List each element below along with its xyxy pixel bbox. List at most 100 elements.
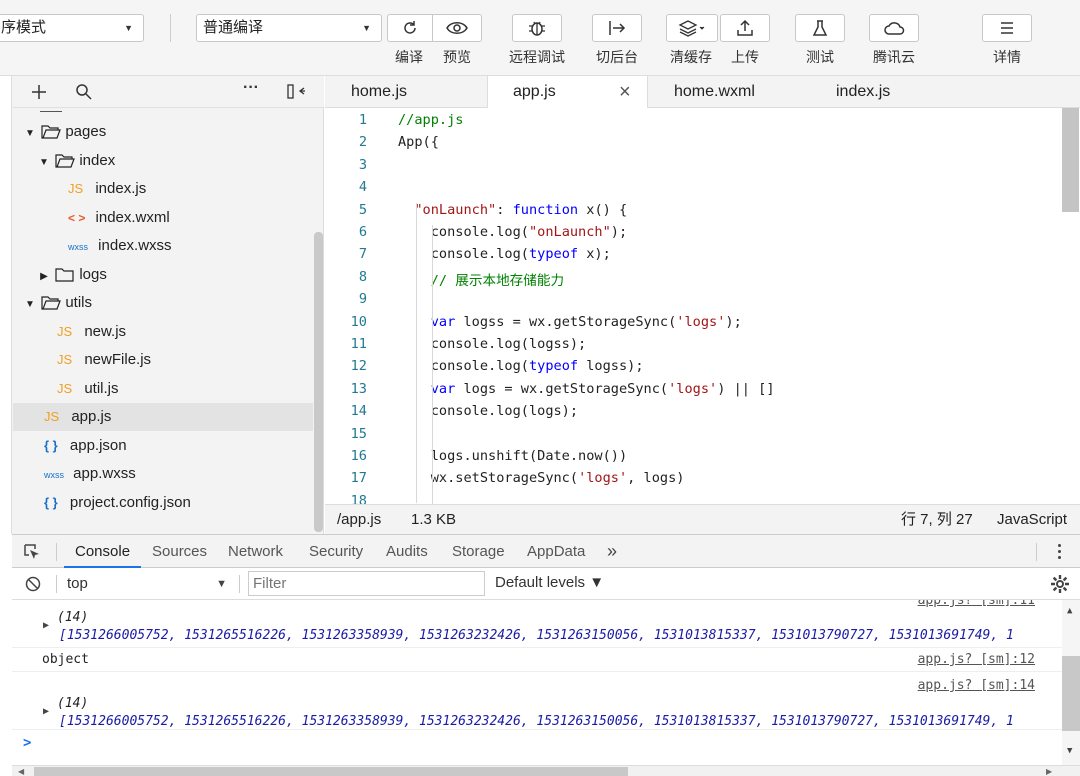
expand-arrow-icon[interactable]: ▶ xyxy=(43,620,49,631)
line-number: 4 xyxy=(358,179,367,196)
kebab-menu-icon[interactable] xyxy=(1058,544,1062,560)
tab-app-js[interactable]: app.js × xyxy=(487,76,648,109)
tree-item-index-wxml[interactable]: < > index.wxml xyxy=(13,204,313,232)
tab-sources[interactable]: Sources xyxy=(152,535,207,568)
tab-storage[interactable]: Storage xyxy=(452,535,505,568)
switch-background-button[interactable] xyxy=(592,14,642,42)
divider xyxy=(239,575,240,593)
scroll-up-icon[interactable]: ▲ xyxy=(1067,606,1072,616)
tencent-cloud-button[interactable] xyxy=(869,14,919,42)
tree-item-project-config[interactable]: { } project.config.json xyxy=(13,489,313,517)
message-source-link[interactable]: app.js? [sm]:11 xyxy=(918,600,1035,608)
code-line[interactable]: App({ xyxy=(398,134,439,150)
divider xyxy=(56,543,57,561)
mode-select[interactable]: 序模式 ▼ xyxy=(0,14,144,42)
tree-item-new-js[interactable]: JS new.js xyxy=(13,318,313,346)
tab-audits[interactable]: Audits xyxy=(386,535,428,568)
line-number: 5 xyxy=(358,201,367,218)
tab-network[interactable]: Network xyxy=(228,535,283,568)
code-line[interactable]: //app.js xyxy=(398,112,463,128)
code-line[interactable]: "onLaunch": function x() { xyxy=(398,202,627,218)
console-filter-input[interactable] xyxy=(248,571,485,596)
inspect-element-icon[interactable] xyxy=(23,543,41,561)
tree-item-app-json[interactable]: { } app.json xyxy=(13,432,313,460)
upload-button[interactable] xyxy=(720,14,770,42)
code-line[interactable]: console.log(typeof x); xyxy=(398,246,611,262)
console-prompt[interactable]: > xyxy=(23,735,31,751)
tree-item-index-wxss[interactable]: wxss index.wxss xyxy=(13,232,313,260)
code-line[interactable]: var logs = wx.getStorageSync('logs') || … xyxy=(398,381,775,397)
line-number: 8 xyxy=(358,268,367,285)
scroll-left-icon[interactable]: ◀ xyxy=(18,767,24,776)
tab-index-js[interactable]: index.js xyxy=(836,76,890,108)
code-line[interactable]: console.log(logs); xyxy=(398,403,578,419)
editor-scrollbar[interactable] xyxy=(1062,108,1079,212)
caret-down-icon: ▼ xyxy=(216,578,227,590)
tree-item-logs[interactable]: ▶ logs xyxy=(13,261,313,289)
context-select[interactable]: top ▼ xyxy=(67,574,233,594)
expand-arrow-icon[interactable]: ▶ xyxy=(43,706,49,717)
tab-security[interactable]: Security xyxy=(309,535,363,568)
horizontal-scrollbar[interactable]: ◀ ▶ xyxy=(12,765,1080,776)
tree-item-utils[interactable]: ▼ utils xyxy=(13,289,313,317)
console-output[interactable]: app.js? [sm]:11 ▶ (14) [1531266005752, 1… xyxy=(12,600,1080,765)
tree-item-pages[interactable]: ▼ pages xyxy=(13,118,313,146)
caret-down-icon: ▼ xyxy=(39,157,49,168)
clear-console-icon[interactable] xyxy=(25,576,41,592)
divider xyxy=(1036,543,1037,561)
tab-appdata[interactable]: AppData xyxy=(527,535,585,568)
js-file-icon: JS xyxy=(57,352,73,367)
switch-background-label: 切后台 xyxy=(596,49,638,65)
preview-button[interactable] xyxy=(432,14,482,42)
tree-item-index-js[interactable]: JS index.js xyxy=(13,175,313,203)
more-tabs-icon[interactable]: » xyxy=(607,535,617,568)
chevron-down-icon: ▼ xyxy=(362,23,371,33)
line-number: 11 xyxy=(350,336,367,352)
console-scrollbar-track[interactable]: ▲ ▼ xyxy=(1062,600,1080,765)
log-levels-select[interactable]: Default levels ▼ xyxy=(495,574,604,591)
remote-debug-button[interactable] xyxy=(512,14,562,42)
tree-item-app-js[interactable]: JS app.js xyxy=(13,403,313,431)
scroll-down-icon[interactable]: ▼ xyxy=(1067,746,1072,756)
clear-cache-button[interactable] xyxy=(666,14,718,42)
language-mode[interactable]: JavaScript xyxy=(997,505,1067,534)
tree-item-app-wxss[interactable]: wxss app.wxss xyxy=(13,460,313,488)
code-line[interactable]: console.log(typeof logss); xyxy=(398,358,644,374)
wxml-file-icon: < > xyxy=(68,211,86,225)
tab-home-wxml[interactable]: home.wxml xyxy=(674,76,755,108)
compile-button[interactable] xyxy=(387,14,433,42)
gear-icon[interactable] xyxy=(1050,574,1070,594)
code-line[interactable]: wx.setStorageSync('logs', logs) xyxy=(398,470,685,486)
tab-home-js[interactable]: home.js xyxy=(351,76,407,108)
message-source-link[interactable]: app.js? [sm]:14 xyxy=(918,678,1035,693)
line-number: 6 xyxy=(358,224,367,240)
tree-item-label: app.wxss xyxy=(73,465,136,482)
sidebar-scrollbar[interactable] xyxy=(314,232,323,532)
code-line[interactable]: console.log(logss); xyxy=(398,336,587,352)
toolbar: 序模式 ▼ 普通编译 ▼ 编译 预览 远程调试 切后台 清缓存 上传 测试 腾讯… xyxy=(0,0,1080,76)
horizontal-scrollbar-thumb[interactable] xyxy=(34,767,628,776)
more-icon[interactable]: ··· xyxy=(243,79,259,97)
console-scrollbar[interactable] xyxy=(1062,656,1080,731)
message-source-link[interactable]: app.js? [sm]:12 xyxy=(918,652,1035,667)
caret-down-icon: ▼ xyxy=(25,128,35,139)
cursor-position[interactable]: 行 7, 列 27 xyxy=(901,505,973,534)
code-line[interactable]: // 展示本地存储能力 xyxy=(398,269,564,289)
collapse-sidebar-icon[interactable] xyxy=(286,83,306,100)
compile-select[interactable]: 普通编译 ▼ xyxy=(196,14,382,42)
search-icon[interactable] xyxy=(75,83,92,100)
scroll-right-icon[interactable]: ▶ xyxy=(1046,767,1052,776)
line-number: 7 xyxy=(358,246,367,263)
line-number: 12 xyxy=(350,358,367,375)
close-icon[interactable]: × xyxy=(619,76,631,108)
tree-item-index[interactable]: ▼ index xyxy=(13,147,313,175)
details-button[interactable] xyxy=(982,14,1032,42)
tree-item-util-js[interactable]: JS util.js xyxy=(13,375,313,403)
line-number: 3 xyxy=(358,156,367,173)
code-editor[interactable]: 1 //app.js 2 App({3 4 5 "onLaunch": function … xyxy=(325,108,1080,504)
test-button[interactable] xyxy=(795,14,845,42)
add-icon[interactable] xyxy=(31,84,47,100)
tab-console[interactable]: Console xyxy=(64,535,142,568)
tree-item-newfile-js[interactable]: JS newFile.js xyxy=(13,346,313,374)
code-line[interactable]: var logss = wx.getStorageSync('logs'); xyxy=(398,314,742,330)
